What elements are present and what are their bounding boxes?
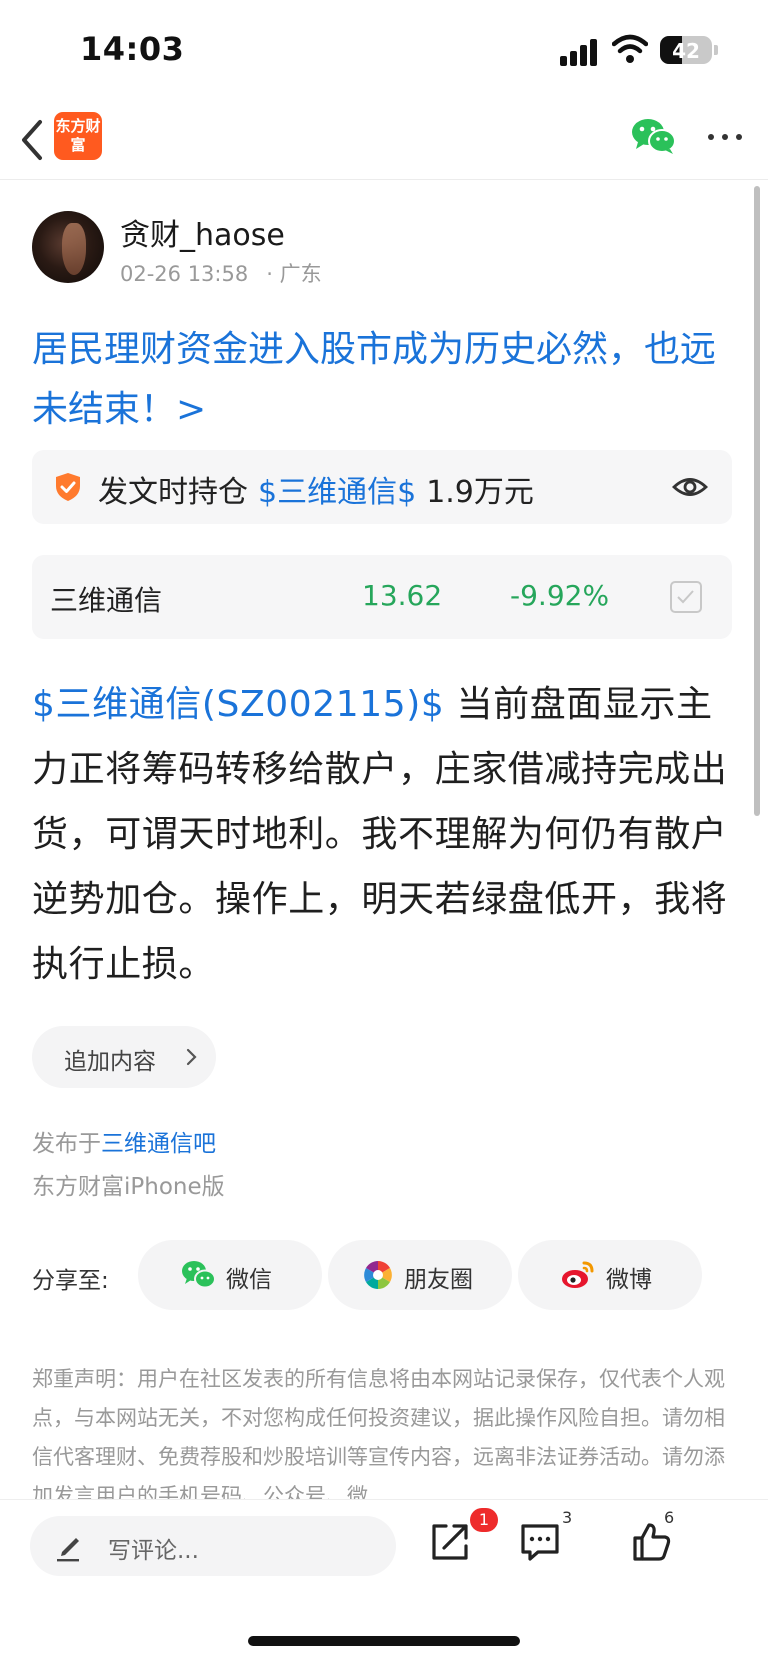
holding-stock-link[interactable]: $三维通信$ (258, 475, 416, 510)
avatar[interactable] (32, 211, 104, 283)
client-source: 东方财富iPhone版 (32, 1174, 225, 1200)
check-icon (677, 590, 694, 604)
share-label: 分享至: (32, 1268, 109, 1294)
disclaimer: 郑重声明：用户在社区发表的所有信息将由本网站记录保存，仅代表个人观点，与本网站无… (32, 1367, 725, 1504)
share-icon[interactable] (428, 1520, 472, 1564)
app-logo: 东方财富 (54, 112, 102, 160)
scrollbar[interactable] (754, 186, 760, 816)
post-body-text: 当前盘面显示主力正将筹码转移给散户，庄家借减持完成出货，可谓天时地利。我不理解为… (32, 684, 728, 985)
wechat-icon (182, 1261, 216, 1289)
battery-level: 42 (672, 39, 700, 63)
post-body: $三维通信(SZ002115)$ 当前盘面显示主力正将筹码转移给散户，庄家借减持… (32, 672, 736, 997)
share-weibo-button[interactable]: 微博 (518, 1240, 702, 1310)
moments-icon (364, 1261, 392, 1289)
stock-quote-card[interactable]: 三维通信 13.62 -9.92% (32, 555, 732, 639)
share-badge: 1 (470, 1508, 498, 1532)
post-datetime: 02-26 13:58 (120, 262, 249, 286)
pen-icon (57, 1538, 79, 1562)
bottom-action-bar: 写评论... 1 3 6 (0, 1500, 768, 1663)
author-name[interactable]: 贪财_haose (120, 210, 285, 254)
post-meta: 02-26 13:58 · 广东 (120, 258, 322, 288)
more-icon[interactable] (706, 120, 746, 152)
status-bar: 14:03 42 (0, 0, 768, 100)
weibo-icon (562, 1261, 594, 1288)
like-count: 6 (664, 1508, 675, 1527)
share-wechat-label: 微信 (226, 1267, 272, 1293)
shield-icon (56, 473, 80, 501)
share-weibo-label: 微博 (606, 1267, 652, 1293)
holding-card[interactable]: 发文时持仓 $三维通信$ 1.9万元 (32, 450, 732, 524)
share-moments-label: 朋友圈 (404, 1267, 473, 1293)
holding-text: 发文时持仓 $三维通信$ 1.9万元 (98, 467, 534, 511)
battery-tip (714, 45, 718, 55)
comment-icon[interactable] (518, 1520, 562, 1564)
share-moments-button[interactable]: 朋友圈 (328, 1240, 512, 1310)
signal-icon (560, 38, 600, 66)
quote-price: 13.62 (362, 579, 443, 612)
post-location: · 广东 (266, 262, 322, 286)
comment-placeholder: 写评论... (108, 1538, 199, 1564)
wechat-icon[interactable] (630, 116, 678, 156)
comment-count: 3 (562, 1508, 573, 1527)
share-wechat-button[interactable]: 微信 (138, 1240, 322, 1310)
quote-name: 三维通信 (50, 584, 163, 617)
published-prefix: 发布于 (32, 1131, 101, 1157)
home-indicator[interactable] (248, 1636, 520, 1646)
post-title[interactable]: 居民理财资金进入股市成为历史必然，也远未结束！> (32, 320, 732, 440)
quote-change: -9.92% (510, 579, 610, 612)
forum-link[interactable]: 三维通信吧 (101, 1131, 216, 1157)
chevron-right-icon (186, 1048, 197, 1066)
back-icon[interactable] (14, 112, 54, 168)
wifi-icon (612, 34, 648, 63)
comment-input[interactable]: 写评论... (30, 1516, 396, 1576)
battery-icon: 42 (660, 36, 712, 64)
append-content-label: 追加内容 (64, 1049, 156, 1075)
add-watchlist-checkbox[interactable] (670, 581, 702, 613)
holding-label: 发文时持仓 (98, 475, 248, 510)
status-time: 14:03 (80, 30, 185, 68)
holding-amount: 1.9万元 (426, 475, 534, 510)
eye-icon[interactable] (672, 472, 708, 502)
stock-tag-link[interactable]: $三维通信(SZ002115)$ (32, 684, 444, 725)
published-in: 发布于三维通信吧 (32, 1124, 216, 1158)
append-content-button[interactable]: 追加内容 (32, 1026, 216, 1088)
nav-bar: 东方财富 (0, 100, 768, 180)
